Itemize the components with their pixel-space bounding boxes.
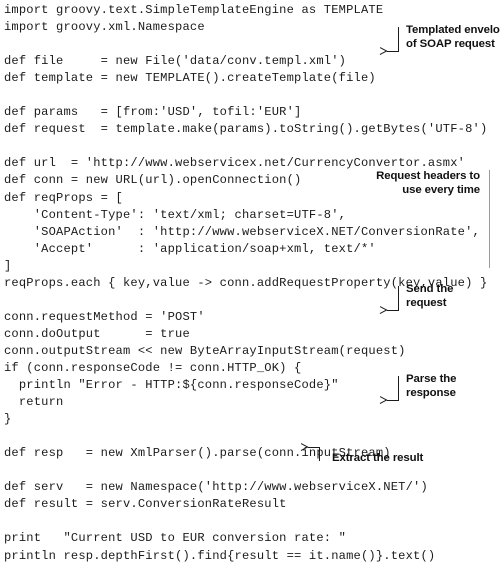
callout-text-line: response bbox=[406, 386, 456, 399]
code-line: def serv = new Namespace('http://www.web… bbox=[4, 480, 428, 495]
code-line: def file = new File('data/conv.templ.xml… bbox=[4, 54, 347, 69]
callout-parse-the-response: Parse the response bbox=[406, 373, 456, 400]
code-line: conn.outputStream << new ByteArrayInputS… bbox=[4, 343, 406, 358]
code-line: 'Content-Type': 'text/xml; charset=UTF-8… bbox=[4, 207, 347, 222]
leader-line-send-the-request bbox=[379, 286, 405, 315]
code-line: def params = [from:'USD', tofil:'EUR'] bbox=[4, 105, 302, 120]
leader-line-parse-the-response bbox=[379, 376, 405, 405]
code-line: print "Current USD to EUR conversion rat… bbox=[4, 531, 347, 546]
leader-line-templated-envelope bbox=[379, 27, 405, 56]
callout-templated-envelope: Templated envelope of SOAP request bbox=[406, 24, 500, 51]
callout-text-line: Send the bbox=[406, 283, 454, 295]
callout-send-the-request: Send the request bbox=[406, 283, 453, 310]
callout-request-headers: Request headers to use every time bbox=[318, 170, 480, 197]
callout-extract-the-result: Extract the result bbox=[332, 452, 423, 466]
code-line: 'SOAPAction' : 'http://www.webserviceX.N… bbox=[4, 224, 480, 239]
code-line: conn.doOutput = true bbox=[4, 326, 190, 341]
code-line: ] bbox=[4, 258, 12, 273]
code-listing-figure: import groovy.text.SimpleTemplateEngine … bbox=[0, 0, 500, 563]
callout-text-line: request bbox=[406, 296, 447, 309]
callout-text-line: of SOAP request bbox=[406, 37, 495, 50]
code-line: } bbox=[4, 412, 12, 427]
code-line: conn.requestMethod = 'POST' bbox=[4, 309, 205, 324]
code-line: import groovy.text.SimpleTemplateEngine … bbox=[4, 3, 384, 17]
callout-text-line: use every time bbox=[402, 183, 480, 196]
callout-text-line: Extract the result bbox=[332, 452, 424, 464]
code-line: println resp.depthFirst().find{result ==… bbox=[4, 548, 436, 563]
code-line: def request = template.make(params).toSt… bbox=[4, 122, 488, 137]
callout-text-line: Request headers to bbox=[376, 170, 480, 182]
callout-text-line: Templated envelope bbox=[406, 24, 500, 36]
page-margin-rule bbox=[489, 170, 491, 268]
code-line: def template = new TEMPLATE().createTemp… bbox=[4, 71, 376, 86]
callout-text-line: Parse the bbox=[406, 373, 457, 385]
leader-line-extract-the-result bbox=[300, 443, 326, 462]
code-line: 'Accept' : 'application/soap+xml, text/*… bbox=[4, 241, 376, 256]
